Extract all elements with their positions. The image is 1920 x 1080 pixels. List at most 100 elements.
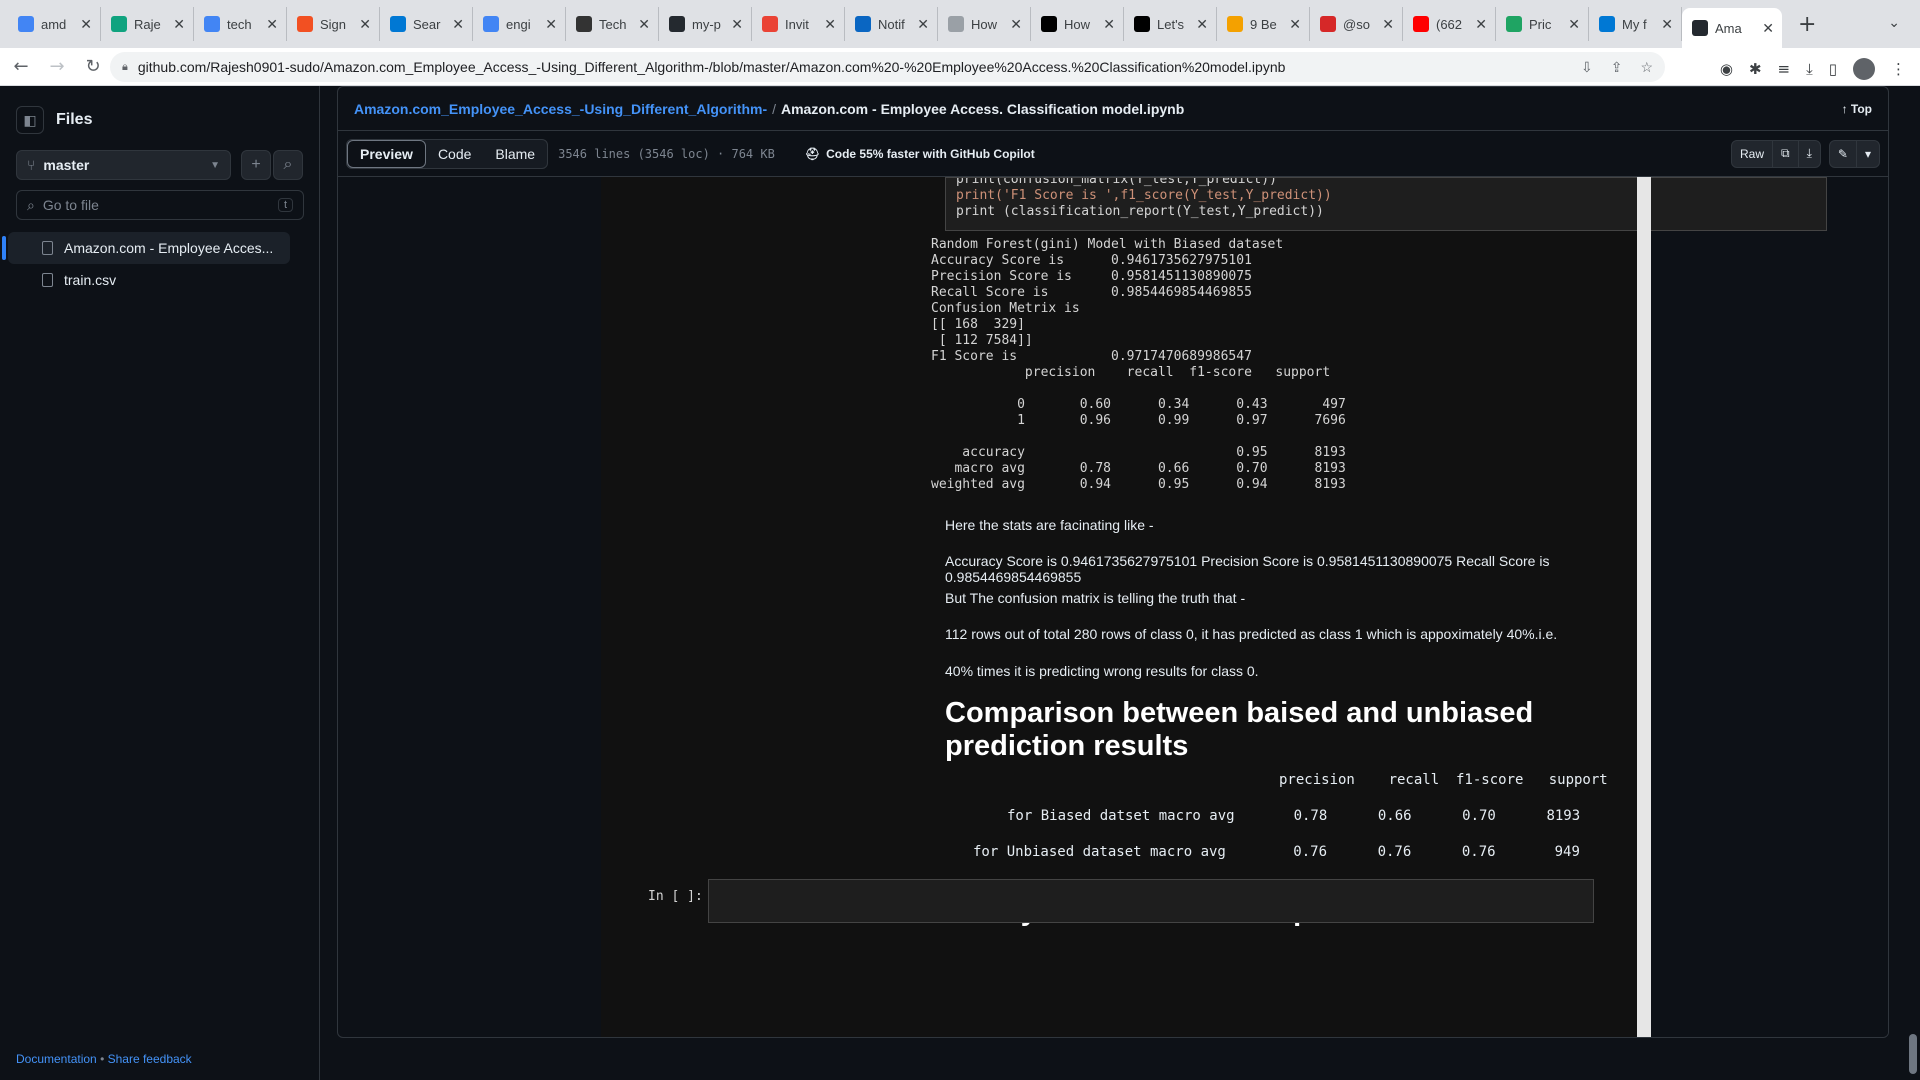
github-avatar-icon xyxy=(576,16,592,32)
page-scrollbar[interactable] xyxy=(1906,86,1920,1080)
code-line: print(confusion_matrix(Y_test,Y_predict)… xyxy=(956,177,1277,187)
new-tab-button[interactable]: + xyxy=(1798,12,1816,37)
file-item-train-csv[interactable]: train.csv xyxy=(8,264,290,296)
camera-icon[interactable]: ◉ xyxy=(1720,60,1733,78)
browser-tab[interactable]: (662 ✕ xyxy=(1403,7,1496,41)
browser-tab[interactable]: amd ✕ xyxy=(8,7,101,41)
tab-label: Pric xyxy=(1529,16,1552,32)
browser-tab[interactable]: 9 Be ✕ xyxy=(1217,7,1310,41)
browser-tab[interactable]: Invit ✕ xyxy=(752,7,845,41)
documentation-link[interactable]: Documentation xyxy=(16,1052,97,1066)
close-tab-icon[interactable]: ✕ xyxy=(173,16,185,33)
close-tab-icon[interactable]: ✕ xyxy=(359,16,371,33)
collapse-sidebar-icon[interactable]: ◧ xyxy=(16,106,44,134)
close-tab-icon[interactable]: ✕ xyxy=(824,16,836,33)
browser-tab[interactable]: engi ✕ xyxy=(473,7,566,41)
tab-preview[interactable]: Preview xyxy=(347,139,426,168)
notebook-scrollbar[interactable] xyxy=(1637,177,1651,1037)
browser-tab[interactable]: Sear ✕ xyxy=(380,7,473,41)
lock-icon[interactable]: 🔒︎ xyxy=(122,61,128,74)
browser-tab[interactable]: Tech ✕ xyxy=(566,7,659,41)
close-tab-icon[interactable]: ✕ xyxy=(1103,16,1115,33)
close-tab-icon[interactable]: ✕ xyxy=(80,16,92,33)
forward-icon[interactable]: → xyxy=(42,56,72,77)
comparison-heading: Comparison between baised and unbiased p… xyxy=(945,697,1534,762)
edit-pencil-icon[interactable]: ✎ xyxy=(1830,140,1857,167)
extension-icons: ◉ ✱ ≡ ⤓ ▯ ⋮ xyxy=(1720,58,1906,80)
browser-tab[interactable]: How ✕ xyxy=(938,7,1031,41)
google-icon xyxy=(204,16,220,32)
browser-tab[interactable]: Let's ✕ xyxy=(1124,7,1217,41)
cell-output: Random Forest(gini) Model with Biased da… xyxy=(931,237,1346,492)
install-icon[interactable]: ⇩ xyxy=(1581,59,1593,76)
raw-button[interactable]: Raw xyxy=(1732,140,1774,167)
share-icon[interactable]: ⇪ xyxy=(1611,59,1623,76)
scrollbar-thumb[interactable] xyxy=(1909,1034,1917,1074)
empty-code-cell[interactable] xyxy=(708,879,1594,923)
browser-tab[interactable]: Notif ✕ xyxy=(845,7,938,41)
browser-tab[interactable]: Ama ✕ xyxy=(1682,8,1782,48)
extensions-icon[interactable]: ✱ xyxy=(1749,60,1762,78)
profile-avatar[interactable] xyxy=(1853,58,1875,80)
top-button[interactable]: ↑ Top xyxy=(1842,102,1872,116)
github-icon xyxy=(1692,20,1708,36)
address-bar[interactable]: 🔒︎ github.com/Rajesh0901-sudo/Amazon.com… xyxy=(110,52,1665,82)
go-to-file-input[interactable]: ⌕ Go to file t xyxy=(16,190,304,220)
tab-search-icon[interactable]: ⌄ xyxy=(1888,14,1900,31)
browser-menu-icon[interactable]: ⋮ xyxy=(1891,60,1906,78)
browser-tab[interactable]: @so ✕ xyxy=(1310,7,1403,41)
branch-selector[interactable]: ⑂ master ▼ xyxy=(16,150,231,180)
download-icon[interactable]: ⤓ xyxy=(1806,60,1813,78)
repo-link[interactable]: Amazon.com_Employee_Access_-Using_Differ… xyxy=(354,101,767,117)
go-to-file-placeholder: Go to file xyxy=(42,197,99,213)
reading-list-icon[interactable]: ≡ xyxy=(1778,60,1791,78)
search-button[interactable]: ⌕ xyxy=(273,150,303,180)
close-tab-icon[interactable]: ✕ xyxy=(545,16,557,33)
edit-dropdown-icon[interactable]: ▾ xyxy=(1857,141,1879,167)
download-raw-icon[interactable]: ⤓ xyxy=(1799,141,1820,167)
browser-tab[interactable]: My f ✕ xyxy=(1589,7,1682,41)
close-tab-icon[interactable]: ✕ xyxy=(1010,16,1022,33)
tab-code[interactable]: Code xyxy=(426,140,483,168)
side-panel-icon[interactable]: ▯ xyxy=(1829,60,1837,78)
browser-tab[interactable]: Sign ✕ xyxy=(287,7,380,41)
close-tab-icon[interactable]: ✕ xyxy=(1762,20,1774,37)
close-tab-icon[interactable]: ✕ xyxy=(731,16,743,33)
file-breadcrumb: Amazon.com_Employee_Access_-Using_Differ… xyxy=(338,87,1888,131)
copy-icon[interactable]: ⧉ xyxy=(1773,140,1799,167)
file-item-label: Amazon.com - Employee Acces... xyxy=(64,240,274,256)
tab-label: 9 Be xyxy=(1250,16,1277,32)
close-tab-icon[interactable]: ✕ xyxy=(638,16,650,33)
browser-tab[interactable]: How ✕ xyxy=(1031,7,1124,41)
browser-tab[interactable]: my-p ✕ xyxy=(659,7,752,41)
file-icon xyxy=(42,241,53,255)
page-orange-icon xyxy=(1227,16,1243,32)
close-tab-icon[interactable]: ✕ xyxy=(1568,16,1580,33)
share-feedback-link[interactable]: Share feedback xyxy=(108,1052,192,1066)
close-tab-icon[interactable]: ✕ xyxy=(1196,16,1208,33)
file-item-notebook[interactable]: Amazon.com - Employee Acces... xyxy=(2,232,290,264)
branch-name: master xyxy=(43,157,90,173)
reload-icon[interactable]: ↻ xyxy=(78,56,108,77)
tab-label: (662 xyxy=(1436,16,1463,32)
close-tab-icon[interactable]: ✕ xyxy=(1475,16,1487,33)
close-tab-icon[interactable]: ✕ xyxy=(452,16,464,33)
file-tree-sidebar: ◧ Files ⑂ master ▼ + ⌕ ⌕ Go to file t Am… xyxy=(0,86,320,1080)
close-tab-icon[interactable]: ✕ xyxy=(1382,16,1394,33)
tab-label: my-p xyxy=(692,16,721,32)
close-tab-icon[interactable]: ✕ xyxy=(1289,16,1301,33)
close-tab-icon[interactable]: ✕ xyxy=(266,16,278,33)
file-view-toolbar: Preview Code Blame 3546 lines (3546 loc)… xyxy=(338,131,1888,177)
tab-blame[interactable]: Blame xyxy=(483,140,547,168)
red-app-icon xyxy=(1320,16,1336,32)
address-bar-actions: ⇩ ⇪ ☆ xyxy=(1581,59,1665,76)
add-file-button[interactable]: + xyxy=(241,150,271,180)
browser-tab[interactable]: tech ✕ xyxy=(194,7,287,41)
back-icon[interactable]: ← xyxy=(6,56,36,77)
bookmark-star-icon[interactable]: ☆ xyxy=(1640,59,1653,76)
browser-tab[interactable]: Pric ✕ xyxy=(1496,7,1589,41)
close-tab-icon[interactable]: ✕ xyxy=(917,16,929,33)
copilot-promo[interactable]: ⛑︎ Code 55% faster with GitHub Copilot xyxy=(805,147,1035,161)
close-tab-icon[interactable]: ✕ xyxy=(1661,16,1673,33)
browser-tab[interactable]: Raje ✕ xyxy=(101,7,194,41)
